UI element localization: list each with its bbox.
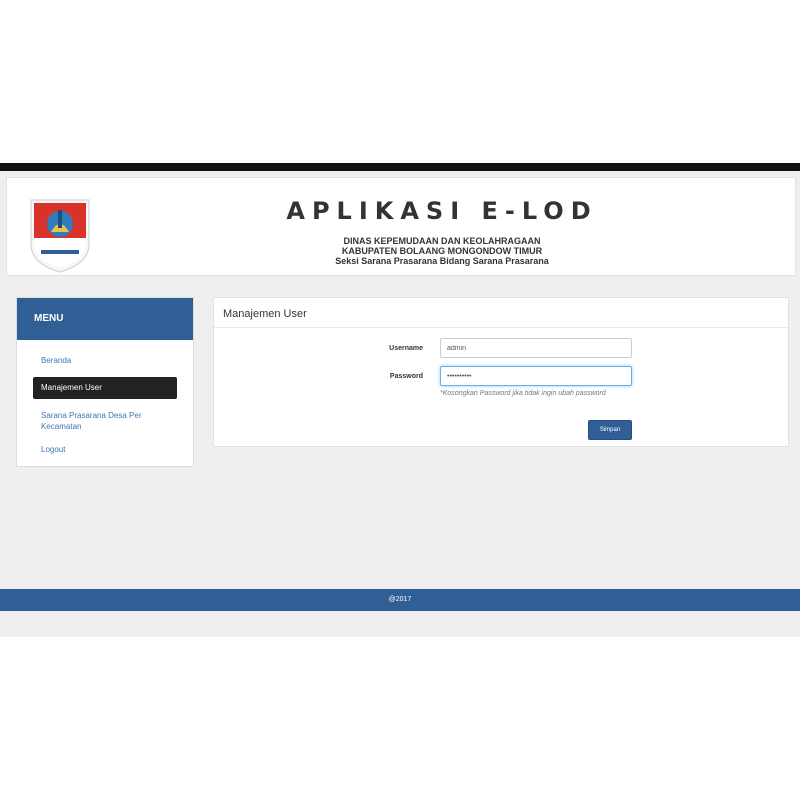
- sidebar-item-logout[interactable]: Logout: [33, 445, 177, 454]
- org-name-line-2: KABUPATEN BOLAANG MONGONDOW TIMUR: [341, 246, 543, 256]
- sidebar-item-manajemen-user[interactable]: Manajemen User: [33, 377, 177, 399]
- regency-logo-icon: [30, 199, 90, 273]
- username-field[interactable]: [440, 338, 632, 358]
- password-field[interactable]: [440, 366, 632, 386]
- main-panel: Manajemen User Username Password *Kosong…: [213, 297, 789, 447]
- org-name-line-1: DINAS KEPEMUDAAN DAN KEOLAHRAGAAN: [343, 236, 541, 246]
- password-label: Password: [389, 373, 423, 380]
- password-help-text: *Kosongkan Password jika tidak ingin uba…: [440, 390, 606, 397]
- sidebar-menu: MENU Beranda Manajemen User Sarana Prasa…: [16, 297, 194, 467]
- save-button[interactable]: Simpan: [588, 420, 632, 440]
- app-title: APLIKASI E-LOD: [286, 197, 598, 225]
- top-border: [0, 163, 800, 171]
- page-footer: @2017: [0, 589, 800, 611]
- sidebar-item-beranda[interactable]: Beranda: [33, 356, 177, 365]
- app-window: APLIKASI E-LOD DINAS KEPEMUDAAN DAN KEOL…: [0, 163, 800, 637]
- page-header: APLIKASI E-LOD DINAS KEPEMUDAAN DAN KEOL…: [6, 177, 796, 276]
- header-text-block: APLIKASI E-LOD DINAS KEPEMUDAAN DAN KEOL…: [187, 196, 697, 266]
- panel-title: Manajemen User: [214, 298, 788, 328]
- org-name-line-3: Seksi Sarana Prasarana Bidang Sarana Pra…: [335, 256, 549, 266]
- username-label: Username: [389, 345, 423, 352]
- sidebar-heading: MENU: [17, 298, 193, 340]
- sidebar-item-sarana-prasarana[interactable]: Sarana Prasarana Desa Per Kecamatan: [33, 410, 177, 432]
